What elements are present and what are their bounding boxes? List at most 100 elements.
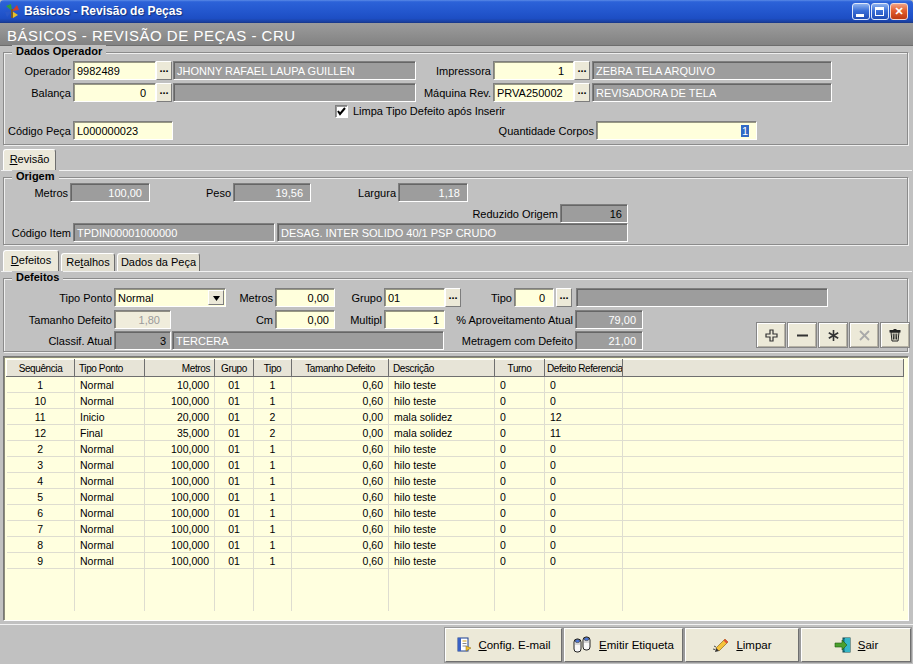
table-row[interactable]: 12Final35,0000120,00mala solidez011 xyxy=(7,425,904,441)
remove-button[interactable] xyxy=(787,322,817,348)
cell-filler xyxy=(623,521,904,537)
cell-empty xyxy=(7,569,75,611)
cell: 0 xyxy=(545,377,623,393)
operador-name-field: JHONNY RAFAEL LAUPA GUILLEN xyxy=(173,61,416,80)
balanca-field[interactable]: 0 xyxy=(73,83,156,102)
x-icon xyxy=(858,329,871,342)
maquina-browse-button[interactable]: ... xyxy=(574,83,590,102)
grupo-field[interactable]: 01 xyxy=(384,288,445,307)
table-row[interactable]: 11Inicio20,0000120,00mala solidez012 xyxy=(7,409,904,425)
cell: 0,60 xyxy=(292,393,389,409)
tab-revisao[interactable]: Revisão xyxy=(3,149,56,171)
edit-button[interactable] xyxy=(818,322,848,348)
cell: Normal xyxy=(75,489,145,505)
tab-retalhos[interactable]: Retalhos xyxy=(61,253,115,272)
table-row[interactable]: 2Normal100,0000110,60hilo teste00 xyxy=(7,441,904,457)
maquina-field[interactable]: PRVA250002 xyxy=(493,83,574,102)
defects-table-body: 1Normal10,0000110,60hilo teste0010Normal… xyxy=(7,377,904,611)
cell: 0 xyxy=(495,537,545,553)
cell: 0 xyxy=(495,473,545,489)
table-row[interactable]: 6Normal100,0000110,60hilo teste00 xyxy=(7,505,904,521)
limpa-tipo-defeito-label[interactable]: Limpa Tipo Defeito após Inserir xyxy=(353,102,505,121)
table-row[interactable]: 3Normal100,0000110,60hilo teste00 xyxy=(7,457,904,473)
col-header[interactable]: Sequência xyxy=(7,360,75,377)
balanca-label: Balança xyxy=(10,84,71,103)
tipo-browse-button[interactable]: ... xyxy=(556,288,572,307)
cm-field[interactable]: 0,00 xyxy=(275,310,335,329)
cell: 01 xyxy=(215,457,254,473)
cell-filler xyxy=(623,473,904,489)
cell: 9 xyxy=(7,553,75,569)
cell: 0,60 xyxy=(292,489,389,505)
table-row[interactable]: 5Normal100,0000110,60hilo teste00 xyxy=(7,489,904,505)
cell: 0,00 xyxy=(292,425,389,441)
operador-code-field[interactable]: 9982489 xyxy=(73,61,156,80)
codigo-item-desc-field: DESAG. INTER SOLIDO 40/1 PSP CRUDO xyxy=(277,223,628,242)
cell: 10,000 xyxy=(145,377,215,393)
combo-dropdown-button[interactable] xyxy=(208,290,224,305)
cell: 1 xyxy=(254,393,292,409)
defeitos-metros-field[interactable]: 0,00 xyxy=(275,288,335,307)
operador-browse-button[interactable]: ... xyxy=(156,61,172,80)
impressora-field[interactable]: 1 xyxy=(493,61,574,80)
table-row[interactable]: 10Normal100,0000110,60hilo teste00 xyxy=(7,393,904,409)
classif-atual-field: 3 xyxy=(114,331,171,350)
cell: 0,60 xyxy=(292,521,389,537)
col-header[interactable]: Tamanho Defeito xyxy=(292,360,389,377)
col-header[interactable]: Metros xyxy=(145,360,215,377)
cell: Final xyxy=(75,425,145,441)
sair-button[interactable]: Sair xyxy=(801,628,911,662)
cell: 01 xyxy=(215,521,254,537)
table-row[interactable]: 9Normal100,0000110,60hilo teste00 xyxy=(7,553,904,569)
close-button[interactable]: ✕ xyxy=(890,3,908,20)
tipo-field[interactable]: 0 xyxy=(514,288,554,307)
codigo-peca-label: Código Peça xyxy=(6,122,71,141)
table-row[interactable]: 4Normal100,0000110,60hilo teste00 xyxy=(7,473,904,489)
cell: 100,000 xyxy=(145,489,215,505)
origem-largura-label: Largura xyxy=(346,184,396,203)
table-row[interactable]: 8Normal100,0000110,60hilo teste00 xyxy=(7,537,904,553)
classif-atual-label: Classif. Atual xyxy=(42,332,112,351)
multipl-field[interactable]: 1 xyxy=(384,310,445,329)
asterisk-icon xyxy=(827,329,840,342)
grupo-browse-button[interactable]: ... xyxy=(445,288,461,307)
col-header[interactable]: Grupo xyxy=(215,360,254,377)
cell: 0 xyxy=(495,425,545,441)
cell: 1 xyxy=(254,457,292,473)
config-email-button[interactable]: Config. E-mail xyxy=(445,628,562,662)
col-header[interactable]: Tipo xyxy=(254,360,292,377)
cell: 1 xyxy=(7,377,75,393)
tab-dados-da-peca-label: Dados da Peça xyxy=(121,256,196,268)
add-button[interactable] xyxy=(756,322,786,348)
col-header[interactable]: Tipo Ponto xyxy=(75,360,145,377)
table-row[interactable]: 1Normal10,0000110,60hilo teste00 xyxy=(7,377,904,393)
limpar-button[interactable]: Limpar xyxy=(685,628,799,662)
tipo-ponto-combo[interactable]: Normal xyxy=(114,288,226,307)
quantidade-corpos-field[interactable]: 1 xyxy=(596,121,757,140)
minimize-button[interactable] xyxy=(852,3,870,20)
col-header[interactable]: Descrição xyxy=(389,360,495,377)
tab-defeitos[interactable]: Defeitos xyxy=(3,250,59,272)
col-header[interactable]: Defeito Referencia xyxy=(545,360,623,377)
metragem-defeito-field: 21,00 xyxy=(575,331,643,350)
balanca-browse-button[interactable]: ... xyxy=(156,83,172,102)
table-row[interactable]: 7Normal100,0000110,60hilo teste00 xyxy=(7,521,904,537)
cell-empty xyxy=(545,569,623,611)
tipo-ponto-label: Tipo Ponto xyxy=(42,289,112,308)
cell-filler xyxy=(623,537,904,553)
limpa-tipo-defeito-checkbox[interactable] xyxy=(335,105,348,118)
delete-button[interactable] xyxy=(880,322,910,348)
impressora-browse-button[interactable]: ... xyxy=(574,61,590,80)
tab-dados-da-peca[interactable]: Dados da Peça xyxy=(117,253,200,272)
col-header[interactable]: Turno xyxy=(495,360,545,377)
origem-legend: Origem xyxy=(12,170,59,182)
defects-table: Sequência Tipo Ponto Metros Grupo Tipo T… xyxy=(6,359,904,611)
cell-filler xyxy=(623,457,904,473)
codigo-peca-field[interactable]: L000000023 xyxy=(73,121,173,140)
cell: Normal xyxy=(75,537,145,553)
title-bar: Básicos - Revisão de Peças ✕ xyxy=(0,0,913,23)
cell: 8 xyxy=(7,537,75,553)
emitir-etiqueta-button[interactable]: Emitir Etiqueta xyxy=(564,628,683,662)
cancel-button[interactable] xyxy=(849,322,879,348)
maximize-button[interactable] xyxy=(871,3,889,20)
